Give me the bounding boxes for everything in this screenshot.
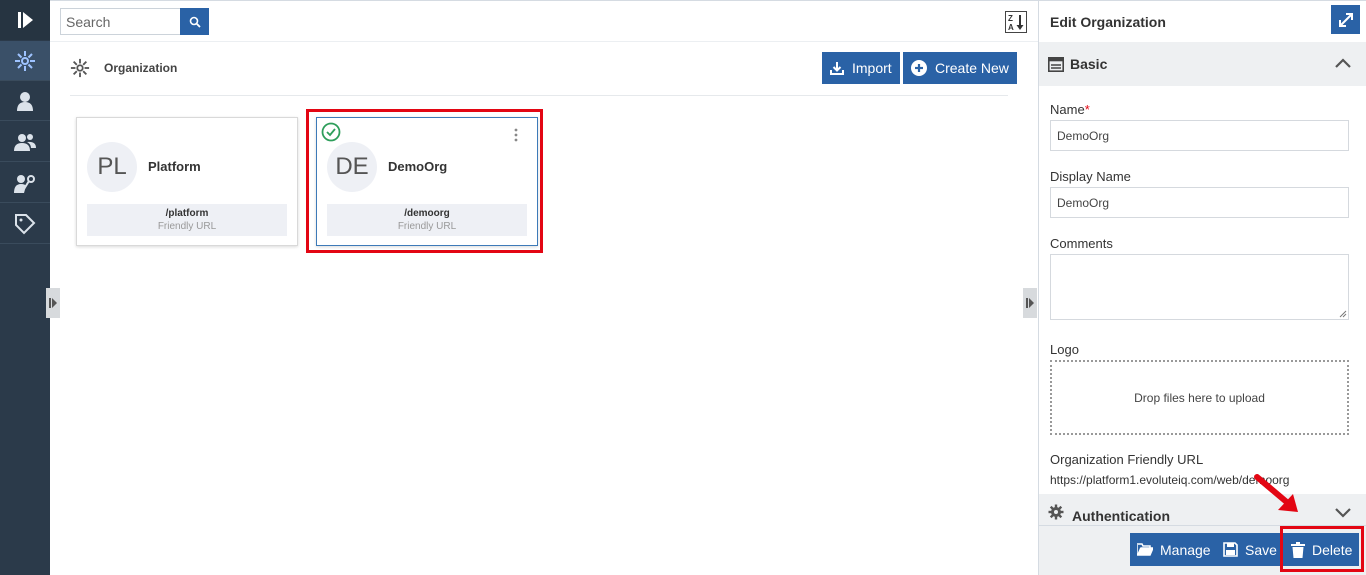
tag-icon — [15, 213, 36, 234]
logo-icon[interactable] — [0, 0, 50, 40]
selection-highlight — [306, 109, 543, 253]
chevron-down-icon — [1335, 508, 1351, 518]
search-icon — [189, 16, 201, 28]
main-content: Z A Organization Import Create New — [46, 0, 1038, 575]
svg-text:Z: Z — [1008, 14, 1013, 23]
save-icon — [1223, 542, 1238, 557]
basic-section-header[interactable]: Basic — [1039, 42, 1366, 86]
users-group-icon — [14, 133, 36, 151]
basic-section-label: Basic — [1070, 56, 1108, 72]
logo-label: Logo — [1050, 342, 1079, 357]
expand-icon — [1338, 12, 1353, 27]
search-button[interactable] — [180, 8, 209, 35]
sidebar-item-tags[interactable] — [0, 204, 50, 244]
create-new-label: Create New — [935, 60, 1009, 76]
sort-z-a-icon: Z A — [1008, 14, 1024, 31]
edit-panel: Edit Organization Basic Name* DemoOrg Di… — [1038, 0, 1366, 575]
panel-footer: Manage Save Delete — [1039, 525, 1366, 575]
authentication-section-header[interactable]: Authentication — [1039, 494, 1366, 525]
avatar: PL — [87, 142, 137, 192]
manage-label: Manage — [1160, 541, 1211, 558]
sidebar-item-organization[interactable] — [0, 41, 50, 81]
friendly-url-label: Organization Friendly URL — [1050, 452, 1204, 467]
plus-circle-icon — [911, 60, 927, 76]
collapse-right-icon — [1026, 298, 1034, 308]
gear-icon — [1048, 504, 1064, 520]
name-label: Name* — [1050, 102, 1090, 117]
card-url-box: /platform Friendly URL — [87, 204, 287, 236]
sidebar-item-user[interactable] — [0, 81, 50, 121]
sort-button[interactable]: Z A — [1005, 11, 1027, 33]
sidebar-item-roles[interactable] — [0, 163, 50, 203]
import-button[interactable]: Import — [822, 52, 900, 84]
toolbar-divider — [50, 41, 1038, 42]
display-name-field[interactable]: DemoOrg — [1050, 187, 1349, 218]
panel-title: Edit Organization — [1050, 14, 1166, 30]
delete-highlight — [1280, 526, 1364, 572]
authentication-label: Authentication — [1072, 508, 1170, 524]
organization-icon — [15, 50, 35, 71]
create-new-button[interactable]: Create New — [903, 52, 1017, 84]
manage-button[interactable]: Manage — [1130, 533, 1218, 566]
user-icon — [17, 91, 33, 111]
card-url: /platform — [165, 208, 209, 219]
card-name: Platform — [148, 159, 201, 174]
svg-text:A: A — [1008, 23, 1014, 31]
expand-button[interactable] — [1331, 5, 1360, 34]
sidebar-item-groups[interactable] — [0, 122, 50, 162]
page-title: Organization — [104, 61, 178, 75]
name-field[interactable]: DemoOrg — [1050, 120, 1349, 151]
download-icon — [830, 62, 844, 75]
card-url-caption: Friendly URL — [157, 221, 217, 232]
display-name-label: Display Name — [1050, 169, 1131, 184]
user-key-icon — [14, 174, 35, 193]
arrow-pointer-icon — [1254, 474, 1298, 512]
collapse-panel-handle[interactable] — [1023, 288, 1037, 318]
save-button[interactable]: Save — [1216, 533, 1284, 566]
sidebar — [0, 0, 50, 575]
chevron-up-icon — [1335, 58, 1351, 68]
collapse-right-icon — [49, 298, 57, 308]
import-label: Import — [852, 60, 892, 76]
section-divider — [70, 95, 1008, 96]
org-card-platform[interactable]: PL Platform /platform Friendly URL — [76, 117, 298, 246]
save-label: Save — [1245, 541, 1277, 558]
folder-open-icon — [1137, 543, 1153, 556]
form-icon — [1048, 57, 1064, 72]
collapse-sidebar-handle[interactable] — [46, 288, 60, 318]
comments-field[interactable] — [1050, 254, 1349, 320]
dropzone-text: Drop files here to upload — [1134, 390, 1265, 405]
logo-dropzone[interactable]: Drop files here to upload — [1050, 360, 1349, 435]
resize-handle-icon — [1339, 310, 1347, 318]
comments-label: Comments — [1050, 236, 1113, 251]
search-input[interactable] — [61, 9, 181, 34]
organization-icon — [70, 58, 90, 78]
